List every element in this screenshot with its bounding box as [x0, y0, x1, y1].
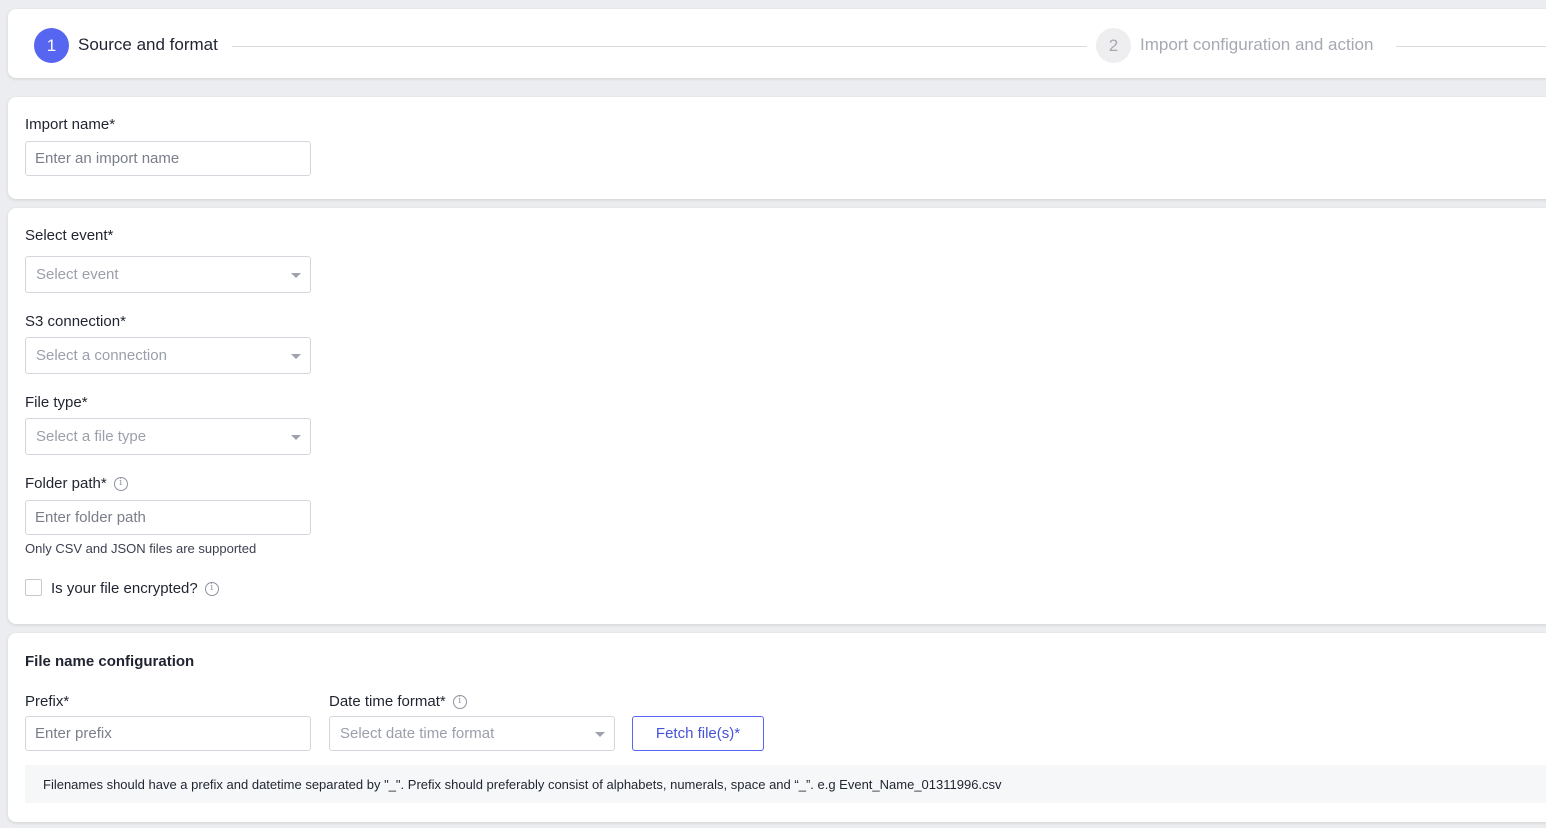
chevron-down-icon — [291, 272, 301, 278]
file-type-label: File type* — [25, 394, 88, 411]
select-event-placeholder: Select event — [36, 266, 119, 283]
encrypted-checkbox[interactable] — [25, 579, 42, 596]
step-2-indicator[interactable]: 2 — [1096, 28, 1131, 63]
chevron-down-icon — [291, 353, 301, 359]
prefix-label: Prefix* — [25, 693, 70, 710]
fetch-files-button[interactable]: Fetch file(s)* — [632, 716, 764, 751]
folder-path-label: Folder path* i — [25, 475, 128, 492]
folder-path-label-text: Folder path* — [25, 475, 107, 492]
info-icon[interactable]: i — [452, 694, 467, 709]
folder-path-input[interactable] — [25, 500, 311, 535]
encrypted-label-text[interactable]: Is your file encrypted? — [51, 580, 198, 597]
chevron-down-icon — [291, 434, 301, 440]
file-type-dropdown[interactable]: Select a file type — [25, 418, 311, 455]
folder-path-hint: Only CSV and JSON files are supported — [25, 541, 257, 556]
step-connector — [232, 46, 1087, 47]
date-format-label-text: Date time format* — [329, 693, 446, 710]
date-format-placeholder: Select date time format — [340, 725, 495, 742]
import-name-section: Import name* — [8, 97, 1546, 199]
step-2-label[interactable]: Import configuration and action — [1140, 35, 1373, 55]
s3-connection-placeholder: Select a connection — [36, 347, 167, 364]
info-icon[interactable]: i — [204, 581, 219, 596]
s3-connection-label: S3 connection* — [25, 313, 126, 330]
date-format-label: Date time format* i — [329, 693, 467, 710]
section-title: File name configuration — [25, 653, 195, 670]
stepper: 1 Source and format 2 Import configurati… — [8, 9, 1546, 78]
step-1-label[interactable]: Source and format — [78, 35, 218, 55]
info-icon[interactable]: i — [113, 476, 128, 491]
date-format-dropdown[interactable]: Select date time format — [329, 716, 615, 751]
import-name-input[interactable] — [25, 141, 311, 176]
source-section: Select event* Select event S3 connection… — [8, 208, 1546, 624]
select-event-dropdown[interactable]: Select event — [25, 256, 311, 293]
encrypted-label: Is your file encrypted? i — [51, 580, 219, 597]
step-1-indicator[interactable]: 1 — [34, 28, 69, 63]
filename-note: Filenames should have a prefix and datet… — [25, 765, 1546, 803]
file-type-placeholder: Select a file type — [36, 428, 147, 445]
file-name-config-section: File name configuration Prefix* Date tim… — [8, 633, 1546, 822]
prefix-input[interactable] — [25, 716, 311, 751]
chevron-down-icon — [595, 731, 605, 737]
s3-connection-dropdown[interactable]: Select a connection — [25, 337, 311, 374]
import-name-label: Import name* — [25, 116, 116, 133]
step-connector-end — [1396, 46, 1546, 47]
select-event-label: Select event* — [25, 227, 114, 244]
